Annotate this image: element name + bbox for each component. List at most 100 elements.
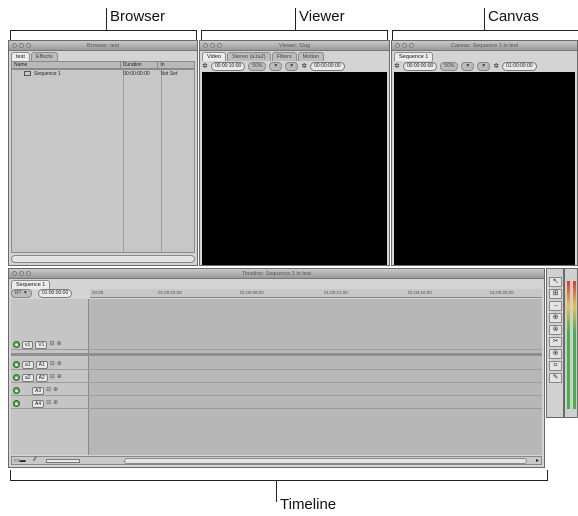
zoom-icon[interactable] [26,43,31,48]
duration-timecode[interactable]: 00:00:10:00 [210,61,246,71]
track-audible-icon[interactable]: ◉ [13,374,20,381]
tab-motion[interactable]: Motion [297,52,325,61]
zoom-popup[interactable]: 50% [248,61,267,71]
pen-tool-icon[interactable]: ✎ [549,373,562,383]
browser-scrollbar[interactable] [11,255,195,263]
zoom-icon[interactable] [409,43,414,48]
auto-select-icon[interactable]: ⊕ [53,400,58,407]
canvas-video-area[interactable] [394,72,575,265]
destination-control[interactable]: A2 [35,373,48,382]
track-a3[interactable] [11,385,542,396]
close-icon[interactable] [203,43,208,48]
canvas-display-popup[interactable]: ▼ [477,61,491,71]
crop-tool-icon[interactable]: ⌗ [549,361,562,371]
jog-icon[interactable]: ✲ [394,62,400,70]
minimize-icon[interactable] [19,43,24,48]
viewer-callout-line [295,8,296,30]
view-popup[interactable]: ▼ [269,61,283,71]
scroll-right-icon[interactable]: ▸ [536,457,539,464]
lock-icon[interactable]: ⊟ [50,374,55,381]
minimize-icon[interactable] [19,271,24,276]
auto-select-icon[interactable]: ⊕ [56,341,61,348]
canvas-titlebar[interactable]: Canvas: Sequence 1 in test [392,41,577,51]
lock-icon[interactable]: ⊟ [46,387,51,394]
track-select-tool-icon[interactable]: → [549,301,562,311]
timeline-scrollbar[interactable] [124,458,527,464]
viewer-title: Viewer: Slug [279,43,310,49]
column-in[interactable]: In [158,62,194,68]
destination-control[interactable]: A4 [32,399,45,408]
canvas-current-timecode[interactable]: 01:00:00:00 [502,61,537,71]
tab-stereo[interactable]: Stereo (a1a2) [226,52,271,61]
track-control-a2: ◉ a2 A2 ⊟ ⊕ [11,372,89,383]
rt-popup[interactable]: RT ▼ [11,289,32,298]
lock-icon[interactable]: ⊟ [50,361,55,368]
tab-effects[interactable]: Effects [30,52,58,61]
destination-control[interactable]: V1 [35,340,48,349]
list-item[interactable]: Sequence 1 00:00:00:00 Not Set [12,70,194,79]
viewer-video-area[interactable] [202,72,387,265]
timeline-ruler[interactable]: 00:00 01:00:04:00 01:00:08:00 01:00:12:0… [90,289,542,298]
track-a2[interactable] [11,372,542,383]
timeline-titlebar[interactable]: Timeline: Sequence 1 in test [9,269,544,279]
lock-icon[interactable]: ⊟ [46,400,51,407]
browser-titlebar[interactable]: Browser: test [9,41,197,51]
timeline-tracks[interactable]: ◉ v1 V1 ⊟ ⊕ ◉ a1 A1 ⊟ ⊕ ◉ a2 A2 ⊟ ⊕ ◉ A3 [11,299,542,455]
column-duration[interactable]: Duration [121,62,159,68]
canvas-view-popup[interactable]: ▼ [461,61,475,71]
track-visibility-icon[interactable]: ◉ [13,341,20,348]
destination-control[interactable]: A1 [35,360,48,369]
auto-select-icon[interactable]: ⊕ [57,361,62,368]
clip-overlay-icon[interactable]: ⁄⁄ [34,457,36,463]
close-icon[interactable] [395,43,400,48]
zoom-tool-icon[interactable]: ⊕ [549,349,562,359]
lock-icon[interactable]: ⊟ [49,341,54,348]
tab-timeline-sequence-1[interactable]: Sequence 1 [11,280,51,289]
minimize-icon[interactable] [210,43,215,48]
column-name[interactable]: Name [12,62,121,68]
browser-bracket-l [10,30,11,40]
auto-select-icon[interactable]: ⊕ [53,387,58,394]
jog-icon[interactable]: ✲ [202,62,208,70]
timeline-bracket-l [10,470,11,480]
edit-select-tool-icon[interactable]: ⊞ [549,289,562,299]
jog-icon-right[interactable]: ✲ [301,62,307,70]
track-a4[interactable] [11,398,542,409]
track-audible-icon[interactable]: ◉ [13,361,20,368]
source-control[interactable]: v1 [22,340,34,349]
roll-tool-icon[interactable]: ⊕ [549,313,562,323]
zoom-icon[interactable] [26,271,31,276]
tab-filters[interactable]: Filters [271,52,297,61]
tab-video[interactable]: Video [202,52,226,61]
jog-icon-right[interactable]: ✲ [493,62,499,70]
slip-tool-icon[interactable]: ⊗ [549,325,562,335]
tab-sequence-1[interactable]: Sequence 1 [394,52,434,61]
current-timecode[interactable]: 00:00:00:00 [310,61,345,71]
minimize-icon[interactable] [402,43,407,48]
source-control[interactable]: a2 [22,373,34,382]
destination-control[interactable]: A3 [32,386,45,395]
close-icon[interactable] [12,271,17,276]
playhead-timecode[interactable]: 01:00:00:00 [37,289,73,298]
close-icon[interactable] [12,43,17,48]
track-audible-icon[interactable]: ◉ [13,400,20,407]
display-popup[interactable]: ▼ [285,61,299,71]
track-audible-icon[interactable]: ◉ [13,387,20,394]
source-control[interactable]: a1 [22,360,34,369]
auto-select-icon[interactable]: ⊕ [57,374,62,381]
viewer-titlebar[interactable]: Viewer: Slug [200,41,389,51]
track-control-a1: ◉ a1 A1 ⊟ ⊕ [11,359,89,370]
tab-test[interactable]: test [11,52,30,61]
canvas-duration-timecode[interactable]: 00:00:00:00 [402,61,438,71]
video-audio-divider[interactable] [11,353,542,356]
track-v1[interactable] [11,339,542,350]
track-height-icon[interactable]: ▭▬ [14,457,26,464]
viewer-window: Viewer: Slug Video Stereo (a1a2) Filters… [199,40,390,266]
zoom-icon[interactable] [217,43,222,48]
selection-tool-icon[interactable]: ↖ [549,277,562,287]
canvas-zoom-popup[interactable]: 50% [440,61,459,71]
razor-tool-icon[interactable]: ✂ [549,337,562,347]
track-a1[interactable] [11,359,542,370]
zoom-slider[interactable] [46,459,80,463]
canvas-callout: Canvas [488,8,539,25]
